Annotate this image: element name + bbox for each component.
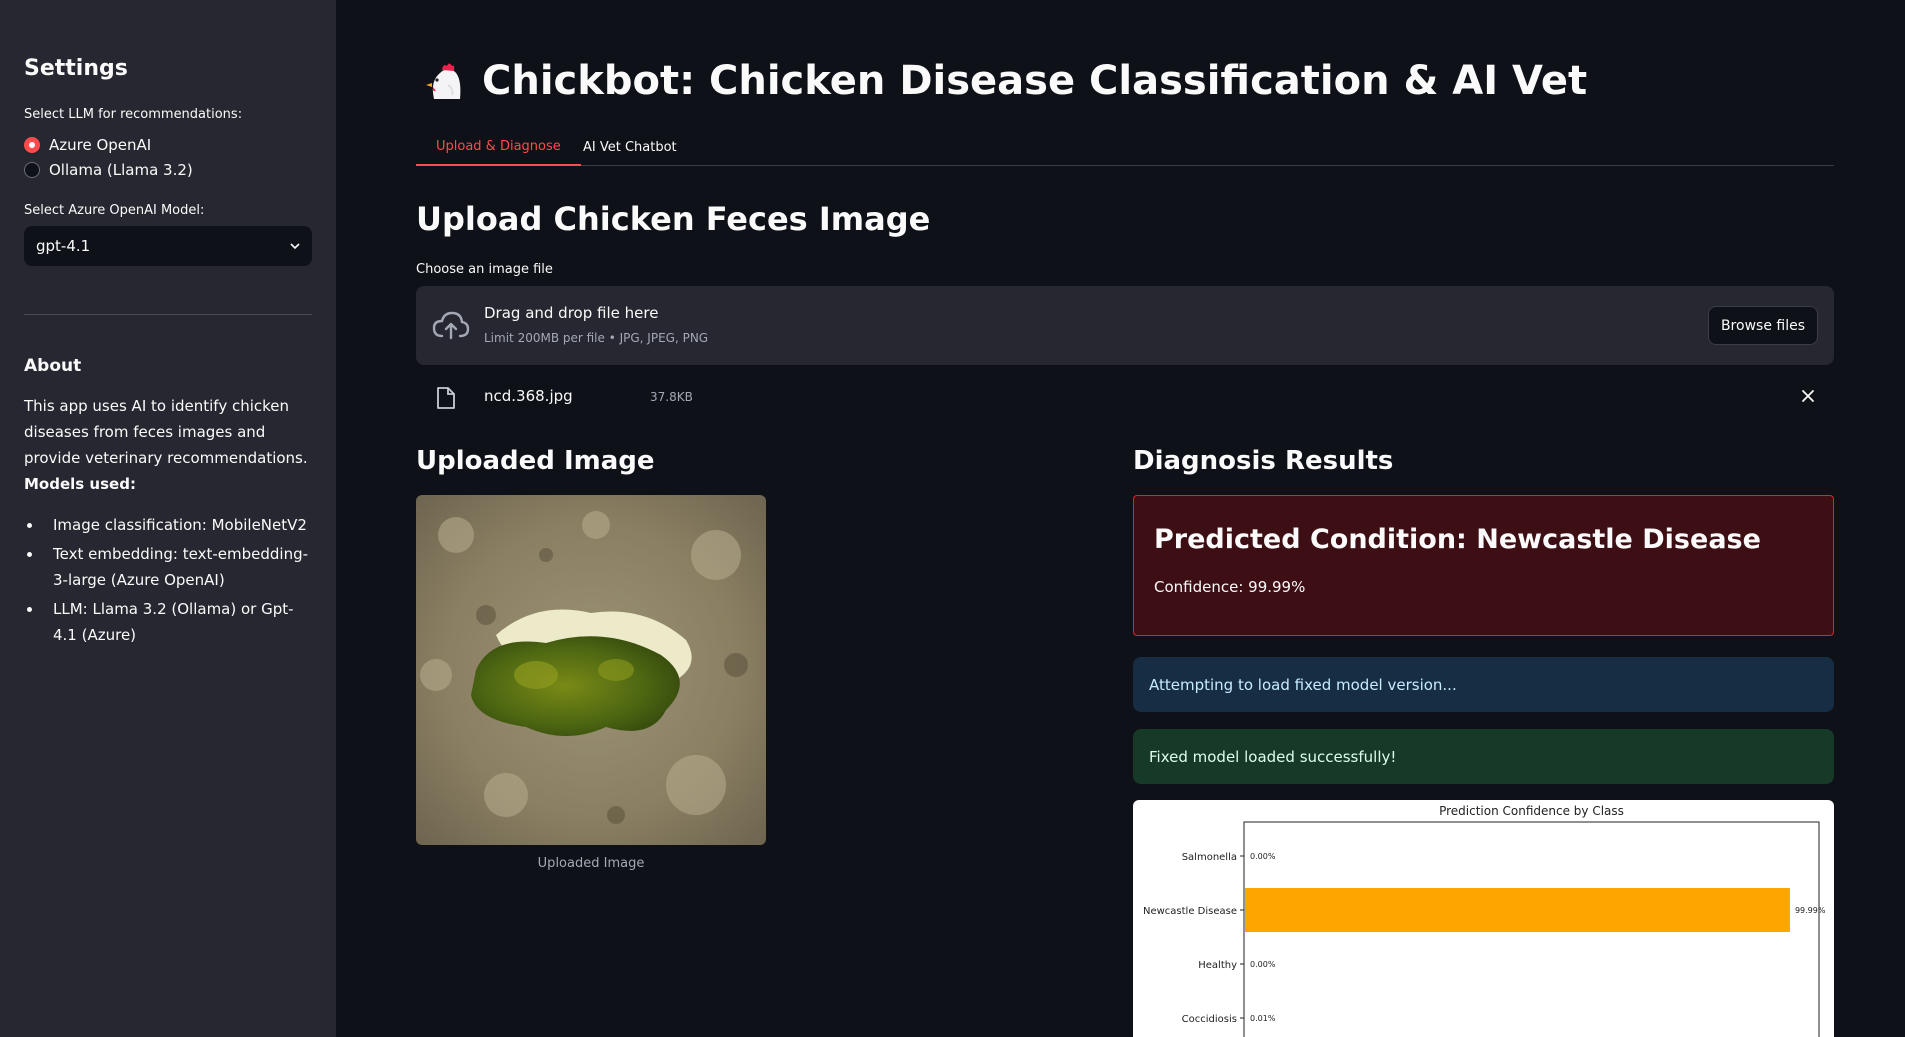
tab-upload-diagnose[interactable]: Upload & Diagnose [416,128,581,166]
about-text: This app uses AI to identify chicken dis… [24,393,314,497]
sidebar-divider [24,314,312,315]
image-caption: Uploaded Image [537,856,645,871]
close-icon[interactable] [1800,388,1816,404]
y-tick-label: Coccidiosis [1182,1014,1237,1025]
radio-azure-openai[interactable]: Azure OpenAI [24,136,151,154]
chart-bar [1245,888,1790,932]
bar-value-label: 99.99% [1795,906,1826,915]
info-alert: Attempting to load fixed model version..… [1133,657,1834,712]
list-item: Text embedding: text-embedding-3-large (… [24,541,314,593]
file-name: ncd.368.jpg [484,387,573,405]
bar-value-label: 0.01% [1250,1014,1276,1023]
prediction-alert: Predicted Condition: Newcastle Disease C… [1133,495,1834,636]
file-dropzone[interactable]: Drag and drop file here Limit 200MB per … [416,286,1834,365]
confidence-text: Confidence: 99.99% [1154,578,1306,596]
model-select-value: gpt-4.1 [36,237,91,255]
tab-ai-vet-chatbot[interactable]: AI Vet Chatbot [583,128,677,166]
about-description: This app uses AI to identify chicken dis… [24,397,308,467]
predicted-condition: Predicted Condition: Newcastle Disease [1154,524,1761,555]
sidebar-title: Settings [24,56,128,81]
browse-files-button[interactable]: Browse files [1707,306,1818,345]
confidence-chart: Prediction Confidence by Class Salmonella… [1133,800,1834,1037]
list-item: LLM: Llama 3.2 (Ollama) or Gpt-4.1 (Azur… [24,596,314,648]
file-icon [437,387,455,409]
page-title: Chickbot: Chicken Disease Classification… [424,58,1587,104]
chart-title: Prediction Confidence by Class [1439,804,1624,818]
about-title: About [24,356,82,376]
uploaded-file-row: ncd.368.jpg 37.8KB [416,380,1834,412]
file-field-label: Choose an image file [416,262,553,277]
radio-label: Ollama (Llama 3.2) [49,161,193,179]
y-tick-label: Healthy [1198,960,1237,971]
radio-ollama[interactable]: Ollama (Llama 3.2) [24,161,193,179]
models-list: Image classification: MobileNetV2 Text e… [24,512,314,651]
radio-label: Azure OpenAI [49,136,152,154]
llm-select-label: Select LLM for recommendations: [24,107,243,122]
radio-selected-icon[interactable] [24,137,40,153]
confidence-chart-svg: Prediction Confidence by Class Salmonella… [1143,804,1826,1037]
drop-instruction: Drag and drop file here [484,304,659,322]
about-models-label: Models used: [24,475,136,493]
bar-value-label: 0.00% [1250,852,1276,861]
y-tick-label: Newcastle Disease [1143,906,1237,917]
main-content: Chickbot: Chicken Disease Classification… [336,0,1905,1037]
tab-bar: Upload & Diagnose AI Vet Chatbot [416,128,1834,166]
y-tick-label: Salmonella [1182,852,1237,863]
chicken-emoji-icon [426,63,461,99]
uploaded-image-heading: Uploaded Image [416,446,655,476]
file-size: 37.8KB [650,390,693,404]
uploaded-image [416,495,766,845]
chevron-down-icon [290,243,300,250]
model-select-label: Select Azure OpenAI Model: [24,203,205,218]
model-select[interactable]: gpt-4.1 [24,226,312,266]
bar-value-label: 0.00% [1250,960,1276,969]
diagnosis-heading: Diagnosis Results [1133,446,1394,476]
success-alert: Fixed model loaded successfully! [1133,729,1834,784]
cloud-upload-icon [432,311,470,340]
page-title-text: Chickbot: Chicken Disease Classification… [482,58,1588,104]
list-item: Image classification: MobileNetV2 [24,512,314,538]
file-limit-text: Limit 200MB per file • JPG, JPEG, PNG [484,331,709,345]
radio-unselected-icon[interactable] [24,162,40,178]
sidebar: Settings Select LLM for recommendations:… [0,0,336,1037]
upload-heading: Upload Chicken Feces Image [416,200,931,238]
